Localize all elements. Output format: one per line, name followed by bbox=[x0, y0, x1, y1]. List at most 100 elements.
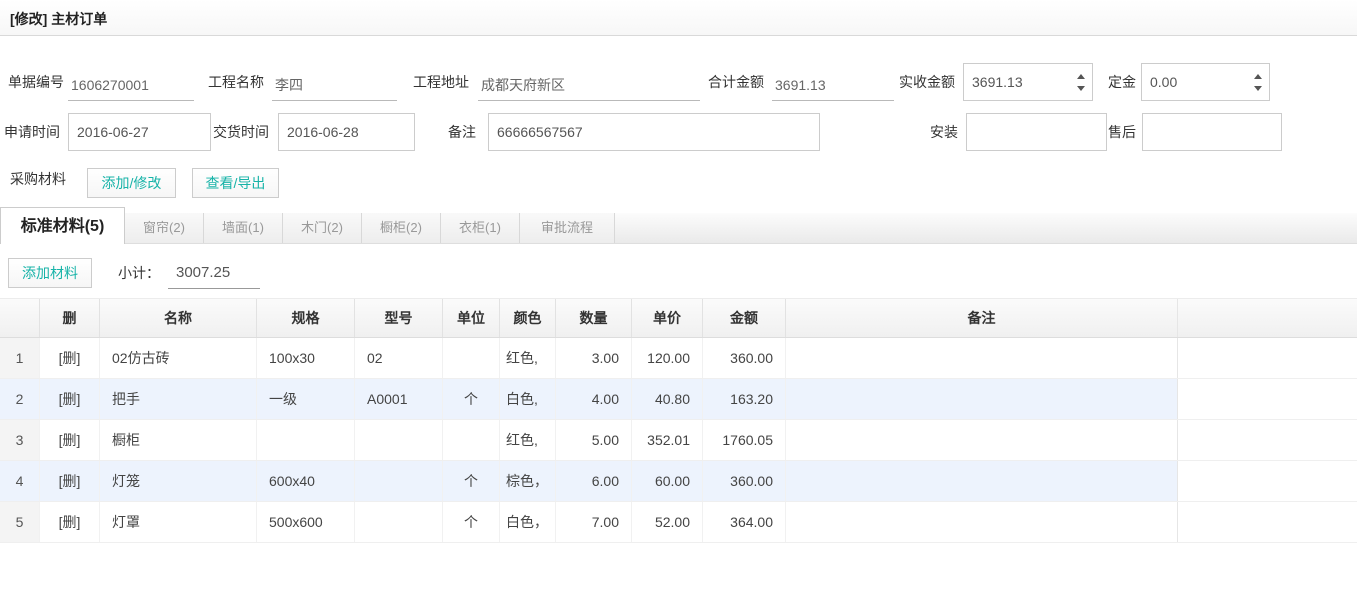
cell-name: 把手 bbox=[100, 379, 257, 419]
cell-model: A0001 bbox=[355, 379, 443, 419]
delete-link[interactable]: [删] bbox=[40, 420, 100, 460]
cell-model bbox=[355, 461, 443, 501]
cell-price: 120.00 bbox=[632, 338, 703, 378]
project-name-input[interactable] bbox=[272, 70, 397, 101]
delete-link[interactable]: [删] bbox=[40, 461, 100, 501]
row-index: 2 bbox=[0, 379, 40, 419]
apply-date-input[interactable] bbox=[68, 113, 211, 151]
install-label: 安装 bbox=[930, 113, 958, 151]
spinner-up-icon[interactable] bbox=[1254, 74, 1262, 79]
cell-amount: 364.00 bbox=[703, 502, 786, 542]
cell-color: 白色， bbox=[500, 502, 556, 542]
cell-name: 橱柜 bbox=[100, 420, 257, 460]
header-cell-filler bbox=[1178, 299, 1357, 337]
tab-standard-materials[interactable]: 标准材料(5) bbox=[0, 207, 125, 244]
cell-name: 02仿古砖 bbox=[100, 338, 257, 378]
table-row: 5 [删] 灯罩 500x600 个 白色， 7.00 52.00 364.00 bbox=[0, 502, 1357, 543]
header-cell-unit: 单位 bbox=[443, 299, 500, 337]
order-no-label: 单据编号 bbox=[8, 63, 64, 101]
deposit-input[interactable] bbox=[1142, 64, 1247, 100]
deposit-label: 定金 bbox=[1108, 63, 1136, 101]
delete-link[interactable]: [删] bbox=[40, 338, 100, 378]
header-cell-delete: 删 bbox=[40, 299, 100, 337]
row-index: 4 bbox=[0, 461, 40, 501]
cell-price: 40.80 bbox=[632, 379, 703, 419]
order-no-input[interactable] bbox=[68, 70, 194, 101]
cell-unit: 个 bbox=[443, 379, 500, 419]
cell-price: 352.01 bbox=[632, 420, 703, 460]
cell-color: 红色, bbox=[500, 420, 556, 460]
cell-remark bbox=[786, 461, 1178, 501]
cell-qty: 6.00 bbox=[556, 461, 632, 501]
cell-color: 棕色， bbox=[500, 461, 556, 501]
cell-amount: 1760.05 bbox=[703, 420, 786, 460]
remark-input[interactable] bbox=[488, 113, 820, 151]
cell-qty: 5.00 bbox=[556, 420, 632, 460]
header-cell-remark: 备注 bbox=[786, 299, 1178, 337]
header-cell-qty: 数量 bbox=[556, 299, 632, 337]
table-row: 2 [删] 把手 一级 A0001 个 白色, 4.00 40.80 163.2… bbox=[0, 379, 1357, 420]
row-index: 5 bbox=[0, 502, 40, 542]
cell-unit bbox=[443, 338, 500, 378]
cell-remark bbox=[786, 338, 1178, 378]
subtotal-label: 小计： bbox=[118, 258, 160, 288]
view-export-button[interactable]: 查看/导出 bbox=[192, 168, 279, 198]
project-name-label: 工程名称 bbox=[208, 63, 264, 101]
cell-qty: 4.00 bbox=[556, 379, 632, 419]
tab-approval-flow[interactable]: 审批流程 bbox=[520, 213, 615, 243]
header-cell-index bbox=[0, 299, 40, 337]
received-amount-input[interactable] bbox=[964, 64, 1070, 100]
received-amount-field bbox=[963, 63, 1093, 101]
page-title: [修改] 主材订单 bbox=[10, 9, 107, 29]
cell-qty: 7.00 bbox=[556, 502, 632, 542]
cell-qty: 3.00 bbox=[556, 338, 632, 378]
table-row: 1 [删] 02仿古砖 100x30 02 红色, 3.00 120.00 36… bbox=[0, 338, 1357, 379]
tab-wardrobes[interactable]: 衣柜(1) bbox=[441, 213, 520, 243]
delivery-date-input[interactable] bbox=[278, 113, 415, 151]
after-sale-label: 售后 bbox=[1108, 113, 1136, 151]
cell-remark bbox=[786, 379, 1178, 419]
header-cell-amount: 金额 bbox=[703, 299, 786, 337]
cell-unit: 个 bbox=[443, 502, 500, 542]
tab-cabinets[interactable]: 橱柜(2) bbox=[362, 213, 441, 243]
subtotal-value: 3007.25 bbox=[168, 258, 260, 289]
purchase-materials-label: 采购材料 bbox=[10, 164, 66, 194]
cell-price: 52.00 bbox=[632, 502, 703, 542]
order-edit-page: [修改] 主材订单 单据编号 工程名称 工程地址 合计金额 实收金额 定金 申请… bbox=[0, 0, 1357, 596]
project-address-input[interactable] bbox=[478, 70, 700, 101]
project-address-label: 工程地址 bbox=[413, 63, 469, 101]
cell-name: 灯笼 bbox=[100, 461, 257, 501]
cell-spec: 一级 bbox=[257, 379, 355, 419]
header-cell-color: 颜色 bbox=[500, 299, 556, 337]
add-material-button[interactable]: 添加材料 bbox=[8, 258, 92, 288]
spinner-down-icon[interactable] bbox=[1077, 86, 1085, 91]
cell-unit: 个 bbox=[443, 461, 500, 501]
cell-spec: 100x30 bbox=[257, 338, 355, 378]
cell-spec: 500x600 bbox=[257, 502, 355, 542]
tab-strip: 标准材料(5) 窗帘(2) 墙面(1) 木门(2) 橱柜(2) 衣柜(1) 审批… bbox=[0, 207, 615, 244]
cell-amount: 360.00 bbox=[703, 461, 786, 501]
cell-model bbox=[355, 502, 443, 542]
table-row: 4 [删] 灯笼 600x40 个 棕色， 6.00 60.00 360.00 bbox=[0, 461, 1357, 502]
tab-walls[interactable]: 墙面(1) bbox=[204, 213, 283, 243]
received-amount-label: 实收金额 bbox=[899, 63, 955, 101]
row-index: 1 bbox=[0, 338, 40, 378]
title-bar: [修改] 主材订单 bbox=[0, 0, 1357, 36]
tab-doors[interactable]: 木门(2) bbox=[283, 213, 362, 243]
spinner-down-icon[interactable] bbox=[1254, 86, 1262, 91]
delete-link[interactable]: [删] bbox=[40, 379, 100, 419]
cell-remark bbox=[786, 420, 1178, 460]
add-modify-button[interactable]: 添加/修改 bbox=[87, 168, 176, 198]
cell-amount: 163.20 bbox=[703, 379, 786, 419]
total-amount-input[interactable] bbox=[772, 70, 894, 101]
header-cell-spec: 规格 bbox=[257, 299, 355, 337]
delete-link[interactable]: [删] bbox=[40, 502, 100, 542]
tab-curtains[interactable]: 窗帘(2) bbox=[125, 213, 204, 243]
cell-unit bbox=[443, 420, 500, 460]
cell-model bbox=[355, 420, 443, 460]
cell-color: 红色, bbox=[500, 338, 556, 378]
install-input[interactable] bbox=[966, 113, 1107, 151]
after-sale-input[interactable] bbox=[1142, 113, 1282, 151]
header-cell-price: 单价 bbox=[632, 299, 703, 337]
spinner-up-icon[interactable] bbox=[1077, 74, 1085, 79]
